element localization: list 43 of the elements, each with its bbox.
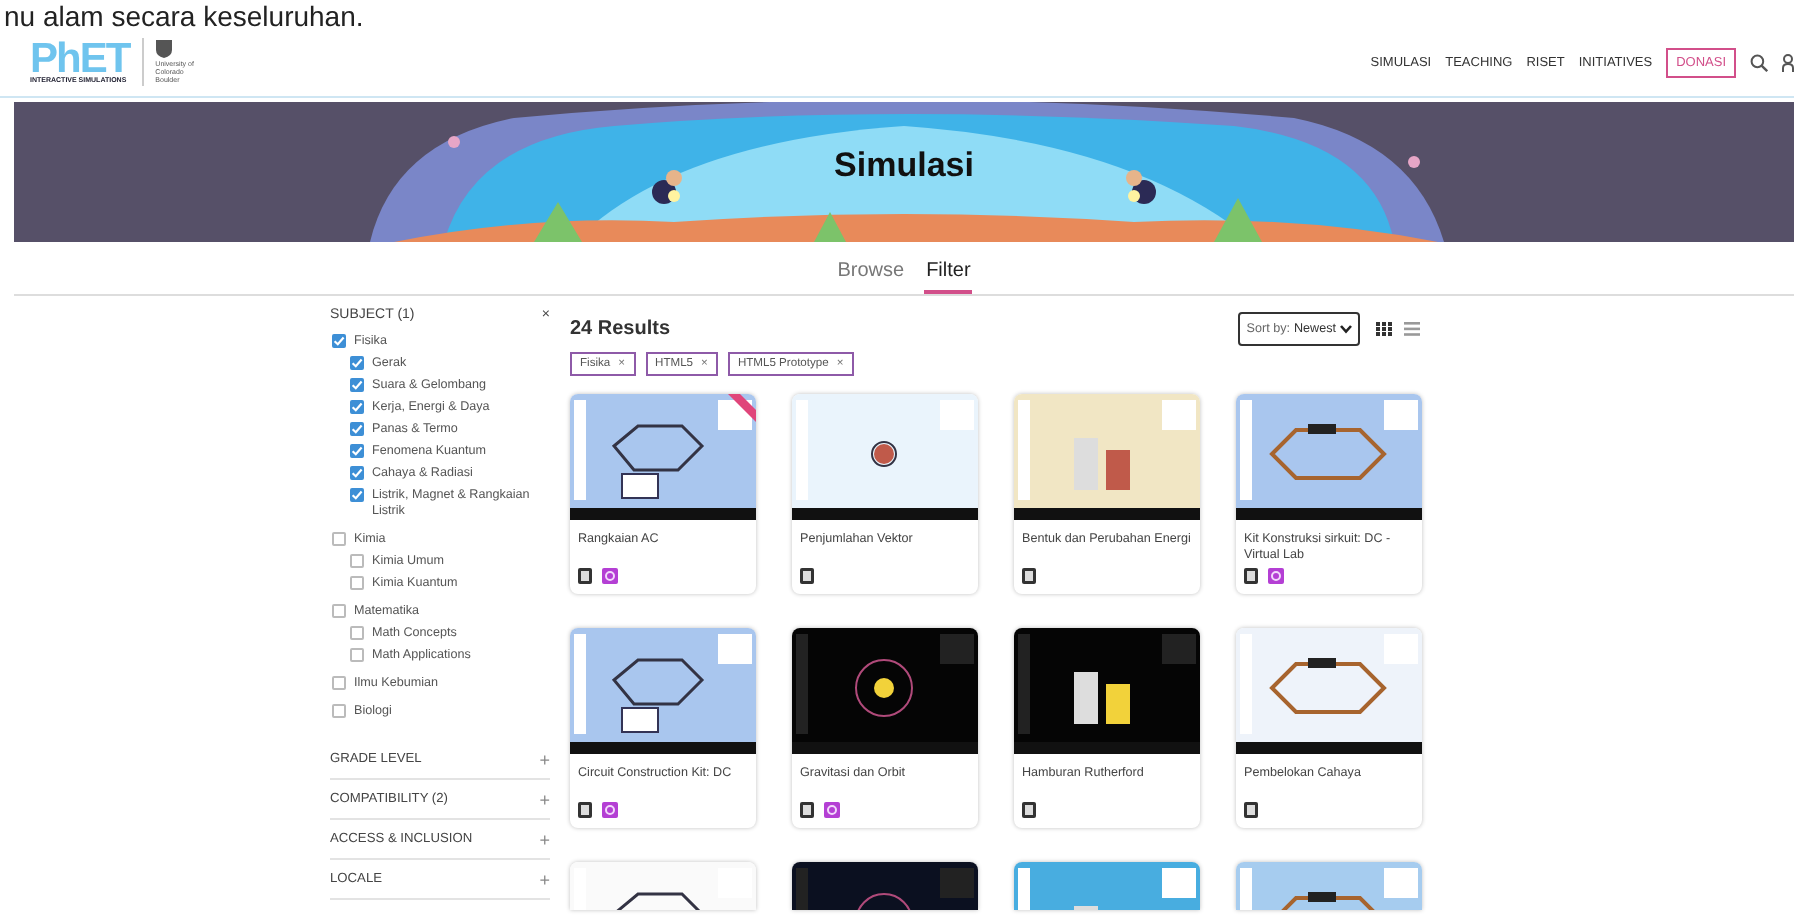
- caption-text: nu alam secara keseluruhan.: [4, 2, 364, 30]
- tab[interactable]: Filter: [924, 260, 973, 294]
- checkbox[interactable]: [332, 604, 346, 618]
- results-count: 24 Results: [570, 317, 671, 339]
- expand-toggle[interactable]: +: [539, 752, 550, 768]
- prototype-badge-icon: [1268, 568, 1284, 584]
- user-icon[interactable]: [1782, 53, 1794, 71]
- prototype-badge-icon: [602, 802, 618, 818]
- shield-icon: [155, 40, 172, 58]
- caret-icon: [1340, 323, 1352, 333]
- checkbox[interactable]: [332, 704, 346, 718]
- prototype-badge-icon: [824, 802, 840, 818]
- html5-badge-icon: [1244, 802, 1258, 818]
- checkbox[interactable]: [350, 444, 364, 458]
- checkbox[interactable]: [350, 576, 364, 590]
- prototype-badge-icon: [602, 568, 618, 584]
- checkbox[interactable]: [350, 422, 364, 436]
- checkbox[interactable]: [350, 356, 364, 370]
- checkbox[interactable]: [332, 676, 346, 690]
- html5-badge-icon: [578, 568, 592, 584]
- expand-toggle[interactable]: +: [539, 832, 550, 848]
- checkbox[interactable]: [350, 378, 364, 392]
- checkbox[interactable]: [350, 648, 364, 662]
- html5-badge-icon: [1022, 568, 1036, 584]
- html5-badge-icon: [800, 568, 814, 584]
- checkbox[interactable]: [332, 334, 346, 348]
- grid-view-icon[interactable]: [1376, 321, 1392, 335]
- search-icon[interactable]: [1750, 53, 1768, 71]
- html5-badge-icon: [1022, 802, 1036, 818]
- checkbox[interactable]: [350, 400, 364, 414]
- checkbox[interactable]: [350, 554, 364, 568]
- checkbox[interactable]: [350, 626, 364, 640]
- expand-toggle[interactable]: +: [539, 792, 550, 808]
- tab[interactable]: Browse: [835, 260, 907, 294]
- expand-toggle[interactable]: +: [539, 872, 550, 888]
- html5-badge-icon: [578, 802, 592, 818]
- list-view-icon[interactable]: [1404, 321, 1420, 335]
- html5-badge-icon: [800, 802, 814, 818]
- banner-title: Simulasi: [834, 146, 974, 186]
- checkbox[interactable]: [332, 532, 346, 546]
- html5-badge-icon: [1244, 568, 1258, 584]
- checkbox[interactable]: [350, 466, 364, 480]
- checkbox[interactable]: [350, 488, 364, 502]
